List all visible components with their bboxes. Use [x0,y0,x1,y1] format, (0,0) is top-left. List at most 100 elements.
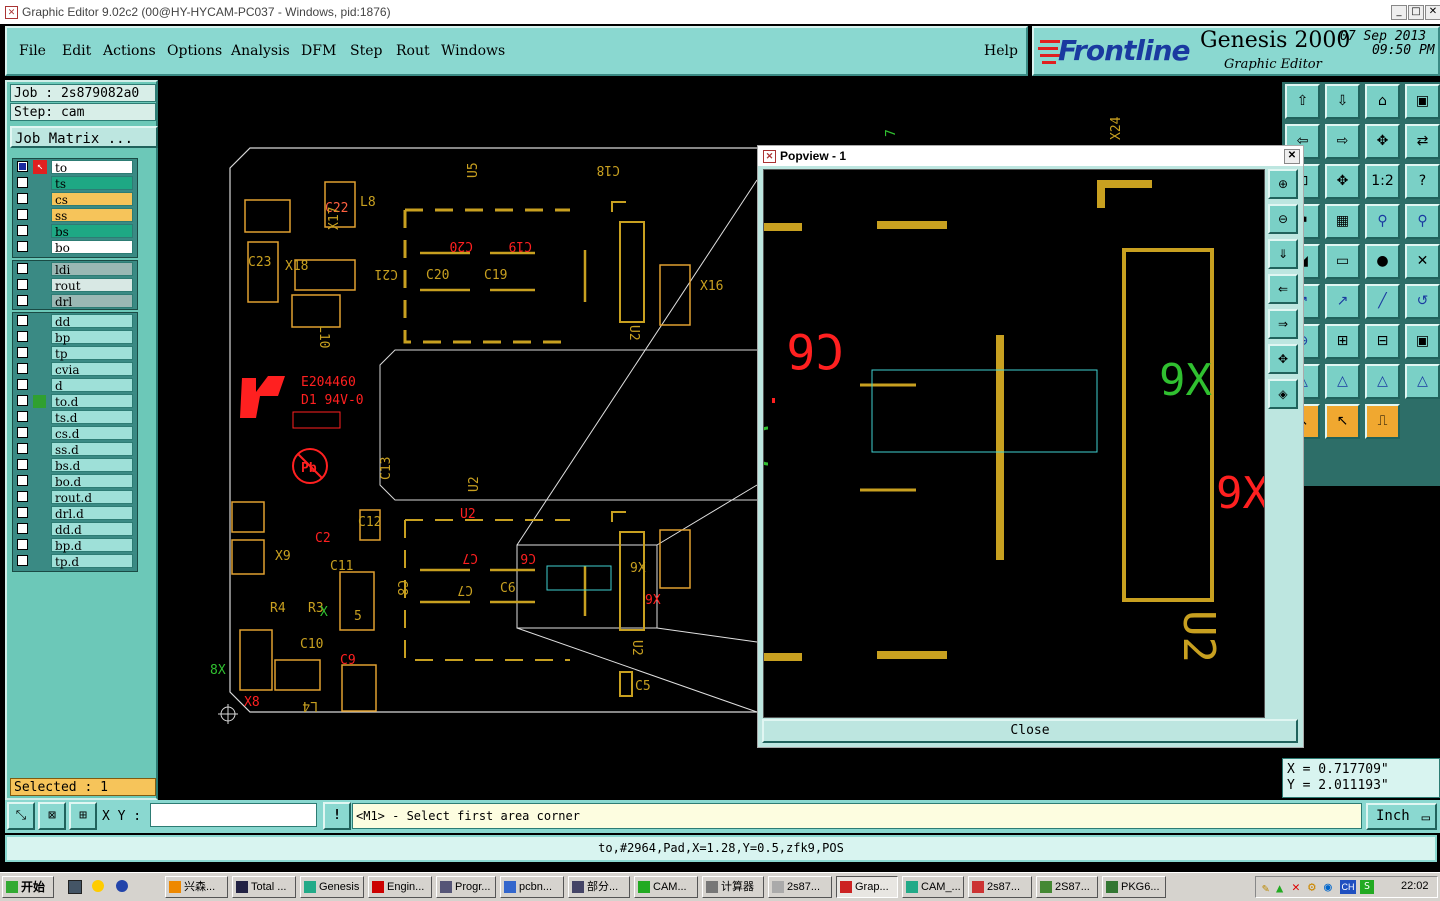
taskbar-task[interactable]: Genesis [300,876,364,898]
layer-checkbox[interactable] [17,555,28,566]
copy-icon[interactable]: ⇄ [1405,124,1440,159]
layer-row-drl-d[interactable]: drl.d [15,506,133,521]
layer-row-bp[interactable]: bp [15,330,133,345]
window-icon[interactable]: ▣ [1405,84,1440,119]
popview-center-icon[interactable]: ◈ [1268,379,1298,409]
layer-checkbox[interactable] [17,193,28,204]
circle-icon[interactable]: ● [1365,244,1400,279]
quicklaunch-browser-icon[interactable] [116,880,128,892]
taskbar-task[interactable]: Progr... [436,876,496,898]
triangle-up-icon[interactable]: △ [1365,364,1400,399]
triangle-blue-icon[interactable]: △ [1405,364,1440,399]
layer-row-ts-d[interactable]: ts.d [15,410,133,425]
layer-checkbox[interactable] [17,225,28,236]
taskbar-task[interactable]: 2s87... [768,876,832,898]
tray-arrow-icon[interactable]: ▲ [1276,881,1283,895]
cross-icon[interactable]: ✕ [1405,244,1440,279]
layer-checkbox[interactable] [17,177,28,188]
layer-checkbox[interactable] [17,263,28,274]
layer-row-cvia[interactable]: cvia [15,362,133,377]
move-right-icon[interactable]: ⇨ [1325,124,1360,159]
start-button[interactable]: 开始 [2,876,54,898]
layer-checkbox[interactable] [17,491,28,502]
layer-checkbox[interactable] [17,539,28,550]
menu-file[interactable]: File [19,43,46,59]
snap-alt-icon[interactable]: ⚲ [1405,204,1440,239]
taskbar-task[interactable]: CAM... [634,876,698,898]
move-up-icon[interactable]: ⇧ [1285,84,1320,119]
select-alt-icon[interactable]: ↖ [1325,404,1360,439]
layer-row-tp[interactable]: tp [15,346,133,361]
taskbar-task[interactable]: Total ... [232,876,296,898]
menu-actions[interactable]: Actions [103,43,156,59]
layer-checkbox[interactable] [17,295,28,306]
dim-icon[interactable]: ⊟ [1365,324,1400,359]
triangle-red-icon[interactable]: △ [1325,364,1360,399]
layer-checkbox[interactable] [17,395,28,406]
taskbar-task[interactable]: 计算器 [702,876,764,898]
layer-row-ts[interactable]: ts [15,176,133,191]
popview-pan-down-icon[interactable]: ⇓ [1268,239,1298,269]
menu-dfm[interactable]: DFM [301,43,336,59]
help-icon[interactable]: ? [1405,164,1440,199]
layer-row-bo-d[interactable]: bo.d [15,474,133,489]
popview-close-icon[interactable]: ✕ [1284,149,1300,164]
tray-globe-icon[interactable]: ◉ [1324,880,1332,895]
layer-checkbox[interactable] [17,379,28,390]
snap-grid-icon[interactable]: ⊠ [38,802,66,830]
layer-checkbox[interactable] [17,411,28,422]
tray-x-icon[interactable]: ✕ [1292,880,1300,895]
menu-step[interactable]: Step [350,43,382,59]
line-point-alt-icon[interactable]: ↗ [1325,284,1360,319]
layer-checkbox[interactable] [17,475,28,486]
show-desktop-icon[interactable] [68,880,82,894]
quicklaunch-clock-icon[interactable] [92,880,104,892]
home-icon[interactable]: ⌂ [1365,84,1400,119]
layer-row-bs[interactable]: bs [15,224,133,239]
menu-rout[interactable]: Rout [396,43,430,59]
maximize-button[interactable]: □ [1408,5,1424,20]
popview-pan-right-icon[interactable]: ⇒ [1268,309,1298,339]
menu-options[interactable]: Options [167,43,222,59]
move-down-icon[interactable]: ⇩ [1325,84,1360,119]
layer-checkbox[interactable] [17,347,28,358]
layer-checkbox[interactable] [17,427,28,438]
layer-row-cs[interactable]: cs [15,192,133,207]
menu-help[interactable]: Help [984,43,1018,59]
layer-row-dd[interactable]: dd [15,314,133,329]
layer-row-drl[interactable]: drl [15,294,133,309]
taskbar-task[interactable]: PKG6... [1102,876,1166,898]
layer-row-to[interactable]: ↖ to [15,160,133,175]
popview-zoom-in-icon[interactable]: ⊕ [1268,169,1298,199]
layer-row-bs-d[interactable]: bs.d [15,458,133,473]
minimize-button[interactable]: _ [1391,5,1407,20]
layer-row-bp-d[interactable]: bp.d [15,538,133,553]
layer-checkbox[interactable] [17,363,28,374]
popview-zoom-out-icon[interactable]: ⊖ [1268,204,1298,234]
units-selector[interactable]: Inch ▭ [1366,803,1437,830]
taskbar-task[interactable]: Grap... [836,876,898,898]
line-icon[interactable]: ╱ [1365,284,1400,319]
layer-row-cs-d[interactable]: cs.d [15,426,133,441]
tray-language[interactable]: CH [1340,880,1356,894]
popview-close-button[interactable]: Close [762,719,1298,743]
menu-analysis[interactable]: Analysis [231,43,290,59]
close-window-button[interactable]: ✕ [1425,5,1440,20]
layer-row-rout[interactable]: rout [15,278,133,293]
layer-checkbox[interactable] [17,315,28,326]
layer-checkbox[interactable] [17,241,28,252]
popview-fit-icon[interactable]: ✥ [1268,344,1298,374]
layer-checkbox[interactable] [17,507,28,518]
xy-input[interactable] [150,803,317,827]
layer-checkbox[interactable] [17,443,28,454]
work-layer-icon[interactable]: ↖ [33,160,47,174]
layer-row-bo[interactable]: bo [15,240,133,255]
info-button[interactable]: ! [323,802,351,830]
taskbar-task[interactable]: 兴森... [165,876,228,898]
zoom-window-icon[interactable]: ⤡ [7,802,35,830]
menu-windows[interactable]: Windows [441,43,505,59]
snap-icon[interactable]: ⚲ [1365,204,1400,239]
layer-row-to-d[interactable]: to.d [15,394,133,409]
tray-gear-icon[interactable]: ⚙ [1308,880,1316,895]
grid-toggle-icon[interactable]: ⊞ [69,802,97,830]
